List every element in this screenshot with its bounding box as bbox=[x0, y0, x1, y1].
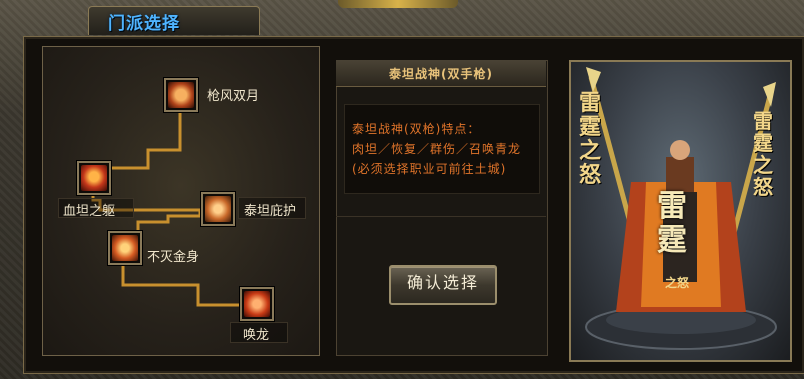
weapon-glyphs-right: 雷霆之怒 bbox=[753, 109, 773, 199]
skill-node-bumie[interactable] bbox=[108, 231, 142, 265]
skill-label-huanlong: 唤龙 bbox=[243, 328, 270, 343]
connector-4 bbox=[121, 262, 240, 307]
connector-3 bbox=[136, 210, 202, 235]
connector-1 bbox=[106, 112, 182, 178]
class-desc-line-3: (必须选择职业可前往土城) bbox=[352, 162, 507, 176]
skill-node-taitan[interactable] bbox=[201, 192, 235, 226]
skill-label-taitan: 泰坦庇护 bbox=[244, 204, 297, 219]
class-header: 泰坦战神(双手枪) bbox=[336, 60, 546, 87]
skill-node-huanlong[interactable] bbox=[240, 287, 274, 321]
character-preview: 雷霆之怒 雷霆之怒 雷霆 之怒 bbox=[569, 60, 792, 362]
class-desc-line-2: 肉坦／恢复／群伤／召唤青龙 bbox=[352, 142, 522, 156]
skill-label-xuetan: 血坦之躯 bbox=[63, 204, 116, 219]
skill-node-qiangfeng[interactable] bbox=[164, 78, 198, 112]
titan-shield-icon bbox=[205, 196, 231, 222]
mid-divider bbox=[336, 216, 546, 217]
blood-body-icon bbox=[81, 165, 107, 191]
class-header-title: 泰坦战神(双手枪) bbox=[389, 67, 493, 81]
banner-text: 雷霆 bbox=[657, 189, 687, 258]
crescent-blade-icon bbox=[168, 82, 194, 108]
skill-label-qiangfeng: 枪风双月 bbox=[207, 89, 260, 104]
confirm-selection-button[interactable]: 确认选择 bbox=[389, 265, 497, 305]
skill-label-bumie: 不灭金身 bbox=[147, 250, 200, 265]
banner-subtext: 之怒 bbox=[665, 276, 690, 290]
summon-dragon-icon bbox=[244, 291, 270, 317]
weapon-glyphs-left: 雷霆之怒 bbox=[579, 91, 602, 188]
golden-body-icon bbox=[112, 235, 138, 261]
skill-node-xuetan[interactable] bbox=[77, 161, 111, 195]
class-desc-line-1: 泰坦战神(双枪)特点： bbox=[352, 122, 481, 136]
